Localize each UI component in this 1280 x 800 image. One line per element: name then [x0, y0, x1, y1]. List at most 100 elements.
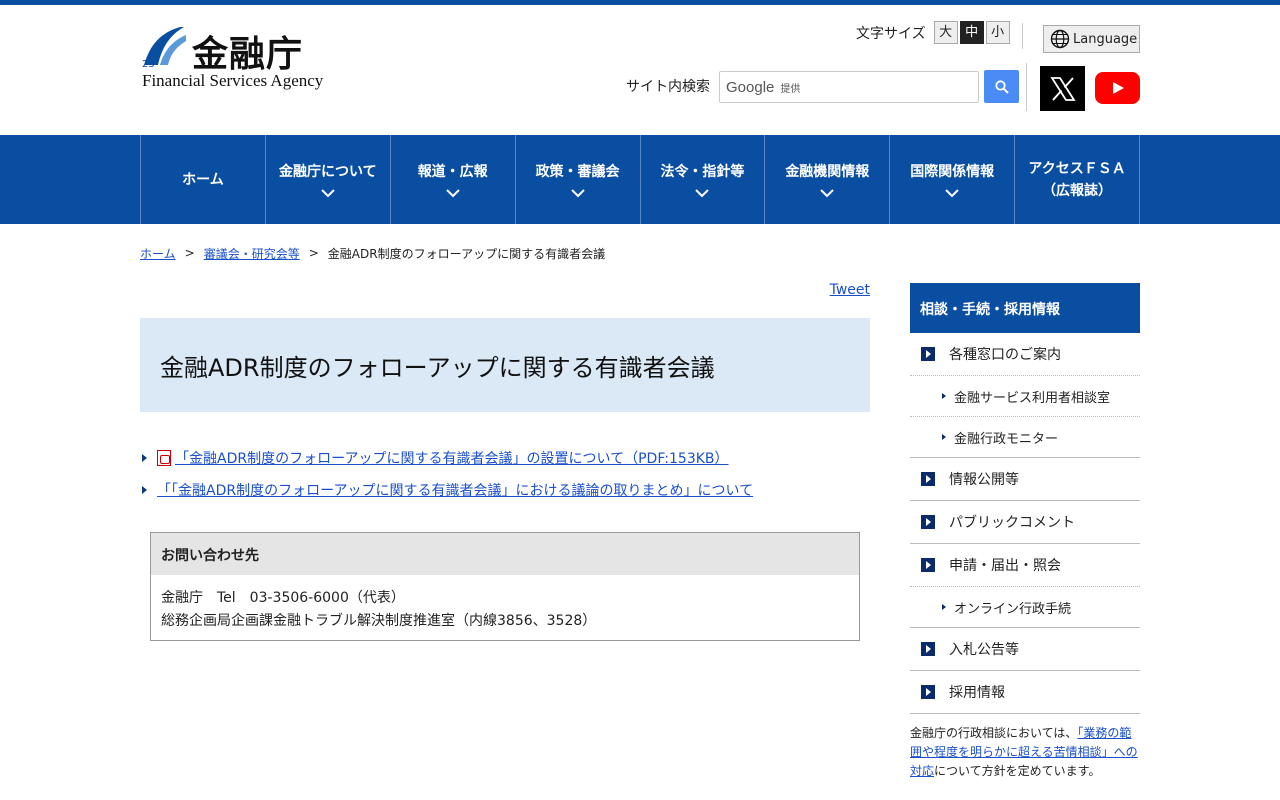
nav-label: アクセスＦＳＡ （広報誌）: [1028, 160, 1126, 199]
youtube-play-icon: [1112, 82, 1124, 94]
sidebar-item-recruitment[interactable]: 採用情報: [910, 671, 1140, 714]
site-search-label: サイト内検索: [626, 79, 710, 95]
contact-box: お問い合わせ先 金融庁 Tel 03-3506-6000（代表） 総務企画局企画…: [150, 532, 860, 641]
document-link[interactable]: 「金融ADR制度のフォローアップに関する有識者会議」の設置について（PDF:15…: [175, 448, 729, 468]
header-divider-2: [1026, 63, 1027, 111]
breadcrumb-separator: >: [308, 246, 319, 260]
arrow-square-icon: [921, 472, 935, 486]
search-input[interactable]: Google 提供: [719, 71, 979, 103]
sidebar-subitem-monitor[interactable]: 金融行政モニター: [910, 417, 1140, 458]
bullet-arrow-icon: [942, 604, 946, 610]
search-icon: [994, 79, 1009, 94]
search-button[interactable]: [984, 70, 1019, 103]
sidebar-item-contact-desks[interactable]: 各種窓口のご案内: [910, 333, 1140, 376]
sidebar-item-label: パブリックコメント: [949, 515, 1075, 531]
list-item: 「「金融ADR制度のフォローアップに関する有識者会議」における議論の取りまとめ」…: [140, 474, 870, 506]
note-text: 金融庁の行政相談においては、: [910, 726, 1078, 740]
chevron-down-icon: [445, 189, 460, 198]
breadcrumb-home-link[interactable]: ホーム: [140, 245, 176, 262]
pdf-icon: [157, 450, 171, 466]
x-social-link[interactable]: [1040, 66, 1085, 111]
contact-phone: 金融庁 Tel 03-3506-6000（代表）: [161, 590, 405, 606]
font-size-large-button[interactable]: 大: [933, 21, 958, 44]
arrow-square-icon: [921, 685, 935, 699]
document-link-list: 「金融ADR制度のフォローアップに関する有識者会議」の設置について（PDF:15…: [140, 442, 870, 506]
nav-item-international[interactable]: 国際関係情報: [890, 135, 1016, 224]
contact-heading: お問い合わせ先: [151, 533, 859, 575]
font-size-switcher: 文字サイズ 大 中 小: [856, 21, 1010, 44]
nav-label: ホーム: [182, 171, 224, 188]
sidebar-note: 金融庁の行政相談においては、「業務の範囲や程度を明らかに超える苦情相談」への対応…: [910, 714, 1140, 781]
nav-item-about[interactable]: 金融庁について: [266, 135, 391, 224]
arrow-square-icon: [921, 642, 935, 656]
nav-label: 国際関係情報: [910, 164, 995, 180]
sidebar-subitem-online[interactable]: オンライン行政手続: [910, 587, 1140, 628]
page-title: 金融ADR制度のフォローアップに関する有識者会議: [140, 318, 870, 412]
youtube-social-link[interactable]: [1095, 72, 1140, 104]
global-navigation: ホーム 金融庁について 報道・広報 政策・審議会 法令・指針等 金融機関情報 国…: [0, 135, 1280, 224]
arrow-square-icon: [921, 515, 935, 529]
language-label: Language: [1073, 31, 1138, 47]
sidebar-item-label: オンライン行政手続: [954, 601, 1072, 617]
sidebar: 相談・手続・採用情報 各種窓口のご案内 金融サービス利用者相談室 金融行政モニタ…: [910, 283, 1140, 781]
nav-item-press[interactable]: 報道・広報: [391, 135, 516, 224]
list-item: 「金融ADR制度のフォローアップに関する有識者会議」の設置について（PDF:15…: [140, 442, 870, 474]
logo-kanji: 金融庁: [192, 33, 304, 75]
font-size-label: 文字サイズ: [856, 25, 926, 42]
nav-item-home[interactable]: ホーム: [141, 135, 266, 224]
chevron-down-icon: [321, 189, 335, 198]
sidebar-item-label: 採用情報: [949, 685, 1005, 701]
breadcrumb-current: 金融ADR制度のフォローアップに関する有識者会議: [327, 246, 606, 261]
font-size-medium-button[interactable]: 中: [959, 21, 984, 44]
nav-item-access-fsa[interactable]: アクセスＦＳＡ （広報誌）: [1015, 135, 1140, 224]
nav-item-policy[interactable]: 政策・審議会: [516, 135, 641, 224]
site-header: 25 金融庁 Financial Services Agency 文字サイズ 大…: [140, 5, 1140, 135]
sidebar-item-label: 各種窓口のご案内: [949, 347, 1061, 363]
site-logo[interactable]: 25 金融庁 Financial Services Agency: [140, 23, 340, 93]
nav-label: 金融機関情報: [785, 164, 870, 180]
font-size-small-button[interactable]: 小: [985, 21, 1010, 44]
tweet-link[interactable]: Tweet: [830, 282, 870, 298]
svg-text:25: 25: [142, 59, 155, 69]
sidebar-item-disclosure[interactable]: 情報公開等: [910, 458, 1140, 501]
nav-item-laws[interactable]: 法令・指針等: [641, 135, 766, 224]
sidebar-item-label: 申請・届出・照会: [949, 558, 1061, 574]
logo-english-name: Financial Services Agency: [142, 71, 324, 90]
bullet-arrow-icon: [942, 434, 946, 440]
sidebar-item-label: 金融行政モニター: [954, 431, 1059, 447]
nav-item-institutions[interactable]: 金融機関情報: [765, 135, 891, 224]
sidebar-item-applications[interactable]: 申請・届出・照会: [910, 544, 1140, 587]
x-logo-icon: [1049, 76, 1076, 101]
breadcrumb-parent-link[interactable]: 審議会・研究会等: [204, 245, 300, 262]
note-text: について方針を定めています。: [934, 764, 1101, 778]
language-button[interactable]: Language: [1043, 25, 1140, 53]
content-area: Tweet 金融ADR制度のフォローアップに関する有識者会議 「金融ADR制度の…: [140, 262, 1140, 800]
bullet-arrow-icon: [142, 454, 147, 462]
fsa-logo-mark-icon: 25: [142, 27, 186, 69]
chevron-down-icon: [570, 189, 585, 198]
bullet-arrow-icon: [942, 393, 946, 399]
breadcrumb: ホーム > 審議会・研究会等 > 金融ADR制度のフォローアップに関する有識者会…: [140, 244, 1140, 262]
breadcrumb-separator: >: [184, 246, 195, 260]
contact-department: 総務企画局企画課金融トラブル解決制度推進室（内線3856、3528）: [161, 613, 597, 629]
nav-label: 政策・審議会: [535, 164, 620, 180]
nav-label: 報道・広報: [417, 164, 488, 180]
globe-icon: [1050, 29, 1070, 49]
sidebar-item-label: 入札公告等: [949, 642, 1019, 658]
arrow-square-icon: [921, 347, 935, 361]
chevron-down-icon: [945, 189, 959, 198]
chevron-down-icon: [820, 189, 835, 198]
search-provided-label: 提供: [780, 83, 801, 95]
nav-label: 金融庁について: [279, 164, 377, 180]
arrow-square-icon: [921, 558, 935, 572]
chevron-down-icon: [695, 189, 710, 198]
sidebar-subitem-consultation[interactable]: 金融サービス利用者相談室: [910, 376, 1140, 417]
sidebar-heading: 相談・手続・採用情報: [910, 283, 1140, 333]
contact-body: 金融庁 Tel 03-3506-6000（代表） 総務企画局企画課金融トラブル解…: [151, 575, 859, 645]
sidebar-item-label: 情報公開等: [949, 472, 1019, 488]
bullet-arrow-icon: [142, 486, 147, 494]
sidebar-item-public-comment[interactable]: パブリックコメント: [910, 501, 1140, 544]
nav-label: 法令・指針等: [660, 164, 745, 180]
document-link[interactable]: 「「金融ADR制度のフォローアップに関する有識者会議」における議論の取りまとめ」…: [157, 480, 753, 500]
sidebar-item-bids[interactable]: 入札公告等: [910, 628, 1140, 671]
